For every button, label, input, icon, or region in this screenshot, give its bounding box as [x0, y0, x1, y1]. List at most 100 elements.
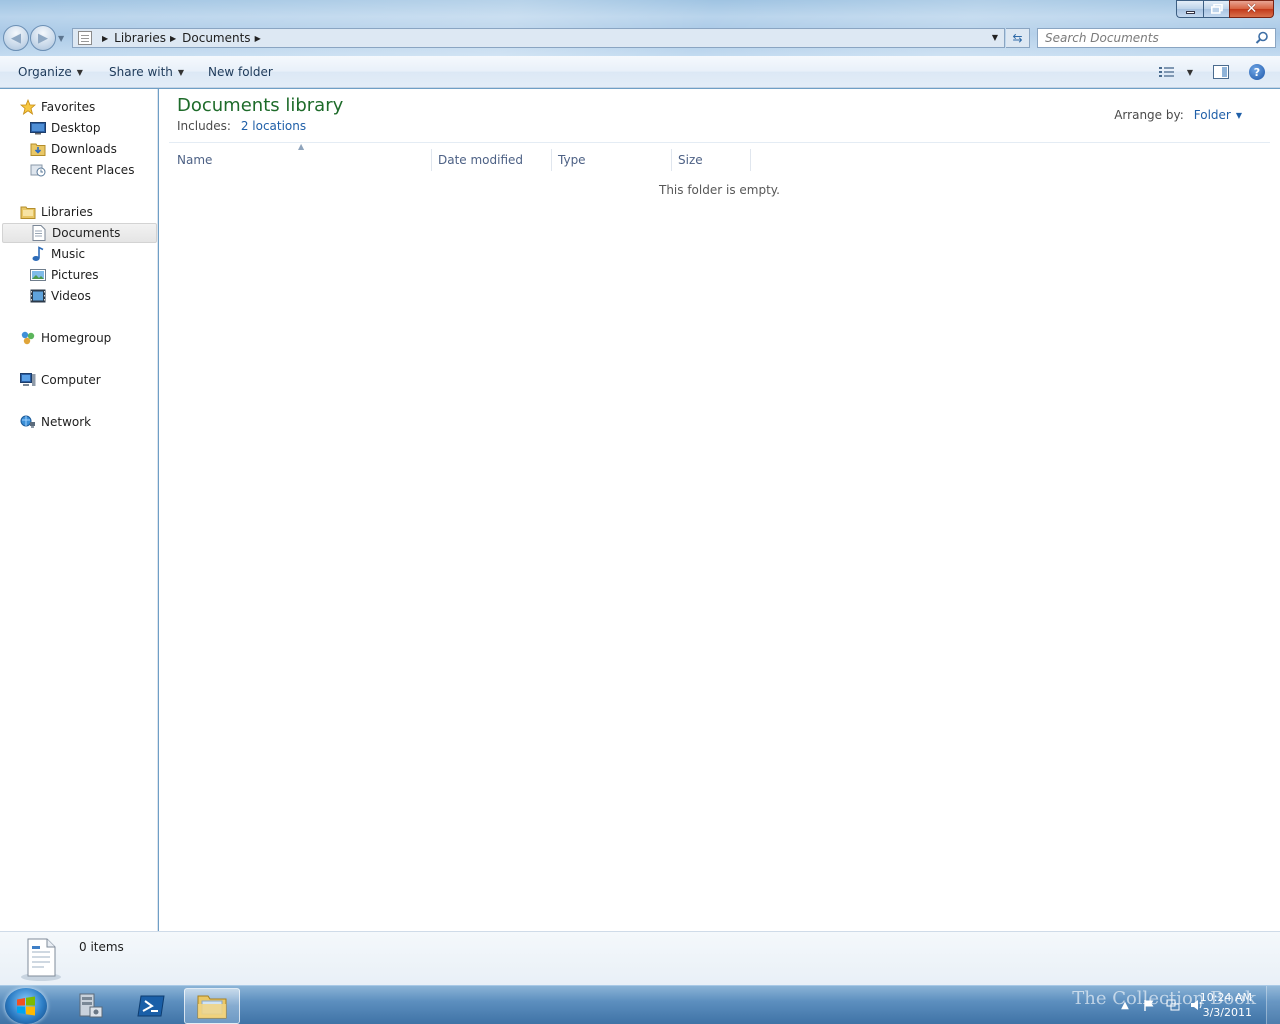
column-header-name[interactable]: Name: [171, 149, 431, 171]
breadcrumb-separator-icon[interactable]: ▶: [255, 34, 261, 43]
content-pane: Documents library Includes: 2 locations …: [159, 89, 1280, 931]
forward-arrow-icon: ▶: [38, 30, 48, 46]
sidebar-item-label: Libraries: [41, 205, 93, 219]
videos-film-icon: [30, 288, 46, 304]
sidebar-item-label: Pictures: [51, 268, 99, 282]
sidebar-item-documents[interactable]: Documents: [2, 223, 157, 243]
chevron-down-icon[interactable]: ▼: [1187, 68, 1193, 77]
search-input[interactable]: [1045, 31, 1255, 45]
column-header-type[interactable]: Type: [551, 149, 671, 171]
desktop-icon: [30, 120, 46, 136]
search-box[interactable]: [1037, 28, 1276, 48]
sidebar-item-label: Computer: [41, 373, 101, 387]
music-note-icon: [30, 246, 46, 262]
server-manager-icon: [79, 993, 103, 1018]
new-folder-label: New folder: [208, 65, 273, 79]
star-icon: [20, 99, 36, 115]
sidebar-item-libraries[interactable]: Libraries: [0, 202, 158, 222]
sidebar-item-recent-places[interactable]: Recent Places: [0, 160, 158, 180]
sidebar-item-label: Recent Places: [51, 163, 135, 177]
system-tray: The Collection Book ▲ 10:24 AM 3/3/2011: [1020, 986, 1280, 1024]
sidebar-item-label: Music: [51, 247, 86, 261]
column-header-size[interactable]: Size: [671, 149, 751, 171]
change-view-button[interactable]: ▼: [1156, 62, 1196, 82]
organize-button[interactable]: Organize ▼: [18, 65, 83, 79]
computer-icon: [20, 372, 36, 388]
network-status-icon[interactable]: [1166, 998, 1180, 1012]
recent-places-icon: [30, 162, 46, 178]
network-icon: [20, 414, 36, 430]
sidebar-item-homegroup[interactable]: Homegroup: [0, 328, 158, 348]
close-button[interactable]: ✕: [1229, 0, 1274, 18]
preview-pane-icon: [1213, 65, 1229, 79]
sidebar-item-pictures[interactable]: Pictures: [0, 265, 158, 285]
minimize-icon: [1185, 10, 1195, 14]
column-header-date-modified[interactable]: Date modified: [431, 149, 551, 171]
new-folder-button[interactable]: New folder: [208, 65, 273, 79]
sidebar-item-label: Desktop: [51, 121, 101, 135]
header-divider: [169, 142, 1270, 143]
sidebar-item-videos[interactable]: Videos: [0, 286, 158, 306]
restore-icon: [1210, 4, 1223, 14]
sidebar-item-favorites[interactable]: Favorites: [0, 97, 158, 117]
preview-pane-button[interactable]: [1212, 62, 1230, 82]
powershell-icon: [137, 995, 165, 1017]
chevron-down-icon[interactable]: ▼: [1236, 111, 1242, 120]
clock[interactable]: 10:24 AM 3/3/2011: [1200, 990, 1252, 1020]
refresh-icon: ⇆: [1012, 31, 1023, 45]
minimize-button[interactable]: [1176, 0, 1203, 18]
sidebar-item-label: Documents: [52, 226, 121, 240]
show-desktop-button[interactable]: [1266, 986, 1280, 1024]
sidebar-item-label: Favorites: [41, 100, 96, 114]
libraries-folder-icon: [20, 204, 36, 220]
breadcrumb-separator-icon[interactable]: ▶: [170, 34, 176, 43]
windows-explorer-folder-icon: [197, 995, 227, 1019]
address-history-dropdown[interactable]: ▼: [992, 33, 998, 42]
arrange-by: Arrange by: Folder ▼: [1114, 108, 1242, 122]
sidebar-item-label: Downloads: [51, 142, 117, 156]
refresh-button[interactable]: ⇆: [1006, 28, 1030, 48]
chevron-down-icon: ▼: [76, 67, 83, 77]
sidebar-item-label: Homegroup: [41, 331, 112, 345]
taskbar-powershell-button[interactable]: [123, 988, 179, 1024]
empty-folder-message: This folder is empty.: [659, 183, 780, 197]
breadcrumb-libraries[interactable]: Libraries: [114, 31, 166, 45]
address-bar[interactable]: ▶ Libraries ▶ Documents ▶ ▼: [72, 28, 1005, 48]
show-hidden-icons-icon[interactable]: ▲: [1118, 998, 1132, 1012]
sidebar-item-desktop[interactable]: Desktop: [0, 118, 158, 138]
clock-time: 10:24 AM: [1199, 991, 1252, 1004]
sidebar-item-downloads[interactable]: Downloads: [0, 139, 158, 159]
start-button[interactable]: [5, 988, 47, 1024]
recent-pages-dropdown[interactable]: ▼: [58, 34, 64, 43]
share-with-button[interactable]: Share with ▼: [109, 65, 184, 79]
taskbar-server-manager-button[interactable]: [62, 988, 118, 1024]
sidebar-item-label: Network: [41, 415, 92, 429]
forward-button[interactable]: ▶: [30, 25, 56, 51]
search-icon[interactable]: [1255, 31, 1269, 45]
action-center-flag-icon[interactable]: [1142, 998, 1156, 1012]
help-button[interactable]: ?: [1248, 62, 1266, 82]
includes-label: Includes:: [177, 119, 231, 133]
breadcrumb-documents[interactable]: Documents: [182, 31, 250, 45]
arrange-by-dropdown[interactable]: Folder: [1194, 108, 1231, 122]
windows-logo-icon: [17, 996, 35, 1016]
help-icon: ?: [1249, 64, 1265, 80]
includes-locations-link[interactable]: 2 locations: [241, 119, 306, 133]
back-button[interactable]: ◀: [3, 25, 29, 51]
close-icon: ✕: [1245, 1, 1258, 17]
share-with-label: Share with: [109, 65, 173, 79]
sidebar-item-label: Videos: [51, 289, 91, 303]
organize-label: Organize: [18, 65, 72, 79]
breadcrumb-separator-icon[interactable]: ▶: [102, 34, 108, 43]
command-bar: Organize ▼ Share with ▼ New folder ▼ ?: [0, 56, 1280, 88]
sidebar-item-network[interactable]: Network: [0, 412, 158, 432]
restore-button[interactable]: [1203, 0, 1229, 18]
taskbar-explorer-button[interactable]: [184, 988, 240, 1024]
sidebar-item-computer[interactable]: Computer: [0, 370, 158, 390]
window-controls: ✕: [1176, 0, 1274, 18]
sidebar-item-music[interactable]: Music: [0, 244, 158, 264]
library-includes: Includes: 2 locations: [177, 119, 306, 133]
arrange-by-label: Arrange by:: [1114, 108, 1184, 122]
back-arrow-icon: ◀: [11, 30, 21, 46]
homegroup-icon: [20, 330, 36, 346]
